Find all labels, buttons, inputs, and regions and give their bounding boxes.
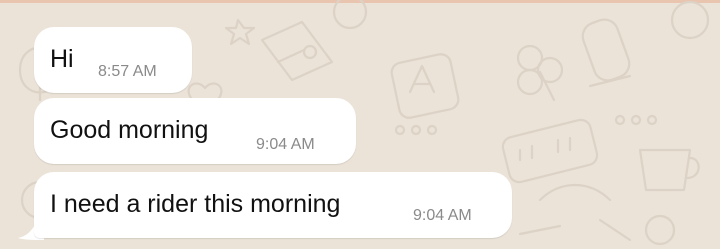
dots-doodle-icon xyxy=(394,114,658,136)
message-bubble[interactable]: Hi 8:57 AM xyxy=(34,27,192,93)
clock-doodle-icon xyxy=(501,118,599,184)
message-timestamp: 8:57 AM xyxy=(98,63,157,80)
chat-background: Hi 8:57 AM Good morning 9:04 AM I need a… xyxy=(0,0,720,249)
message-text: Hi xyxy=(50,45,74,73)
message-bubble[interactable]: I need a rider this morning 9:04 AM xyxy=(34,172,512,238)
message-bubble[interactable]: Good morning 9:04 AM xyxy=(34,98,356,164)
translate-doodle-icon xyxy=(390,53,460,119)
bottom-doodle-icon xyxy=(518,183,632,242)
mic-doodle-icon xyxy=(581,18,632,88)
message-timestamp: 9:04 AM xyxy=(413,207,472,224)
cup-doodle-icon xyxy=(638,148,700,192)
clover-doodle-icon xyxy=(516,44,564,102)
message-timestamp: 9:04 AM xyxy=(256,136,315,153)
message-text: Good morning xyxy=(50,116,209,144)
message-text: I need a rider this morning xyxy=(50,190,341,218)
book-doodle-icon xyxy=(260,20,334,82)
star-doodle-icon xyxy=(224,18,256,46)
